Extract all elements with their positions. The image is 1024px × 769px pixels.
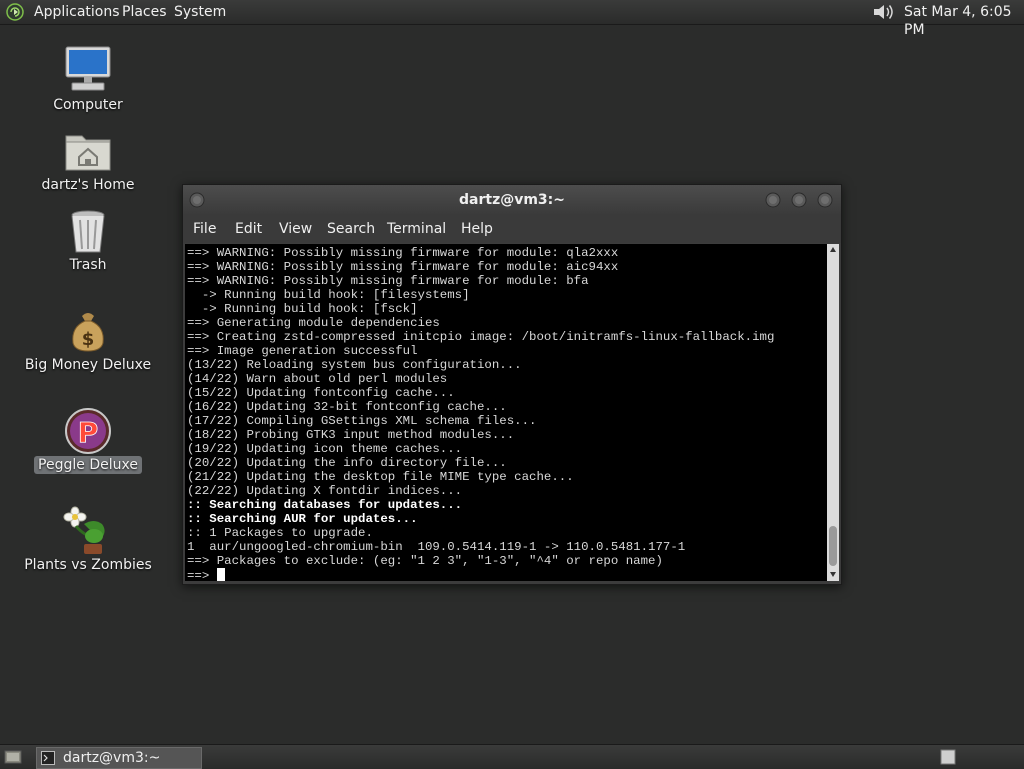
volume-icon[interactable] xyxy=(871,2,895,22)
show-desktop-icon[interactable] xyxy=(4,748,22,766)
home-folder-icon xyxy=(65,135,111,171)
terminal-line: ==> Packages to exclude: (eg: "1 2 3", "… xyxy=(187,554,663,568)
svg-text:$: $ xyxy=(82,329,95,350)
window-titlebar[interactable]: dartz@vm3:~ xyxy=(183,185,841,215)
clock[interactable]: Sat Mar 4, 6:05 PM xyxy=(904,3,1024,39)
terminal-line: 1 aur/ungoogled-chromium-bin 109.0.5414.… xyxy=(187,540,686,554)
desktop-icon-label: Peggle Deluxe xyxy=(18,456,158,474)
minimize-icon[interactable] xyxy=(765,192,781,208)
desktop-icon-label: Trash xyxy=(69,257,107,273)
scroll-thumb[interactable] xyxy=(829,526,837,566)
terminal-line: (17/22) Compiling GSettings XML schema f… xyxy=(187,414,537,428)
maximize-icon[interactable] xyxy=(791,192,807,208)
desktop-icon-home[interactable]: dartz's Home xyxy=(18,126,158,198)
window-title: dartz@vm3:~ xyxy=(459,192,565,208)
terminal-line: (18/22) Probing GTK3 input method module… xyxy=(187,428,515,442)
terminal-output[interactable]: ==> WARNING: Possibly missing firmware f… xyxy=(185,244,827,581)
terminal-line: (14/22) Warn about old perl modules xyxy=(187,372,448,386)
terminal-line: -> Running build hook: [filesystems] xyxy=(187,288,470,302)
desktop-icon-plants-vs-zombies[interactable]: Plants vs Zombies xyxy=(18,506,158,578)
bottom-panel: dartz@vm3:~ xyxy=(0,744,1024,769)
terminal-cursor[interactable] xyxy=(216,568,225,581)
terminal-line: ==> Generating module dependencies xyxy=(187,316,440,330)
computer-icon xyxy=(65,46,111,91)
terminal-line: (15/22) Updating fontconfig cache... xyxy=(187,386,455,400)
menu-edit[interactable]: Edit xyxy=(235,221,262,237)
terminal-prompt: ==> xyxy=(187,569,217,581)
workspace-switcher-icon[interactable] xyxy=(940,749,956,765)
terminal-line: (21/22) Updating the desktop file MIME t… xyxy=(187,470,574,484)
taskbar-item-terminal[interactable]: dartz@vm3:~ xyxy=(36,747,202,769)
taskbar-item-label: dartz@vm3:~ xyxy=(63,750,161,766)
desktop-icon-peggle[interactable]: P Peggle Deluxe xyxy=(18,406,158,478)
terminal-line: ==> Creating zstd-compressed initcpio im… xyxy=(187,330,775,344)
scroll-up-arrow-icon[interactable] xyxy=(829,246,837,254)
applications-menu[interactable]: Applications xyxy=(34,3,120,21)
menu-search[interactable]: Search xyxy=(327,221,375,237)
terminal-line: :: Searching AUR for updates... xyxy=(187,512,418,526)
desktop-icon-label: Computer xyxy=(53,97,123,113)
terminal-line: :: 1 Packages to upgrade. xyxy=(187,526,373,540)
scroll-down-arrow-icon[interactable] xyxy=(829,570,837,578)
desktop-icon-trash[interactable]: Trash xyxy=(18,206,158,278)
svg-text:P: P xyxy=(78,416,99,449)
terminal-text: ==> WARNING: Possibly missing firmware f… xyxy=(185,244,827,581)
terminal-line: ==> WARNING: Possibly missing firmware f… xyxy=(187,246,619,260)
terminal-line: (16/22) Updating 32-bit fontconfig cache… xyxy=(187,400,507,414)
menu-terminal[interactable]: Terminal xyxy=(387,221,446,237)
desktop-icon-label: Big Money Deluxe xyxy=(24,357,152,373)
terminal-line: :: Searching databases for updates... xyxy=(187,498,463,512)
terminal-line: ==> Image generation successful xyxy=(187,344,418,358)
menu-help[interactable]: Help xyxy=(461,221,493,237)
terminal-scrollbar[interactable] xyxy=(827,244,839,581)
menu-file[interactable]: File xyxy=(193,221,216,237)
money-bag-icon: $ xyxy=(72,313,104,352)
desktop-icon-label: Plants vs Zombies xyxy=(24,557,152,573)
terminal-line: ==> WARNING: Possibly missing firmware f… xyxy=(187,260,619,274)
terminal-line: ==> WARNING: Possibly missing firmware f… xyxy=(187,274,589,288)
distro-logo-icon[interactable] xyxy=(6,3,24,21)
peggle-icon: P xyxy=(65,408,111,454)
terminal-line: (13/22) Reloading system bus configurati… xyxy=(187,358,522,372)
menu-view[interactable]: View xyxy=(279,221,312,237)
flower-icon xyxy=(63,506,105,554)
terminal-line: (20/22) Updating the info directory file… xyxy=(187,456,507,470)
terminal-line: (22/22) Updating X fontdir indices... xyxy=(187,484,463,498)
terminal-line: -> Running build hook: [fsck] xyxy=(187,302,418,316)
terminal-menubar: File Edit View Search Terminal Help xyxy=(183,215,841,243)
desktop-icon-computer[interactable]: Computer xyxy=(18,44,158,118)
desktop-icon-big-money[interactable]: $ Big Money Deluxe xyxy=(18,306,158,378)
places-menu[interactable]: Places xyxy=(122,3,167,21)
system-menu[interactable]: System xyxy=(174,3,226,21)
trash-icon xyxy=(71,210,105,253)
close-icon[interactable] xyxy=(817,192,833,208)
top-panel: Applications Places System Sat Mar 4, 6:… xyxy=(0,0,1024,38)
terminal-window[interactable]: dartz@vm3:~ File Edit View Search Termin… xyxy=(182,184,842,585)
terminal-line: (19/22) Updating icon theme caches... xyxy=(187,442,463,456)
terminal-icon xyxy=(41,751,55,765)
desktop-icon-label: dartz's Home xyxy=(41,177,135,193)
